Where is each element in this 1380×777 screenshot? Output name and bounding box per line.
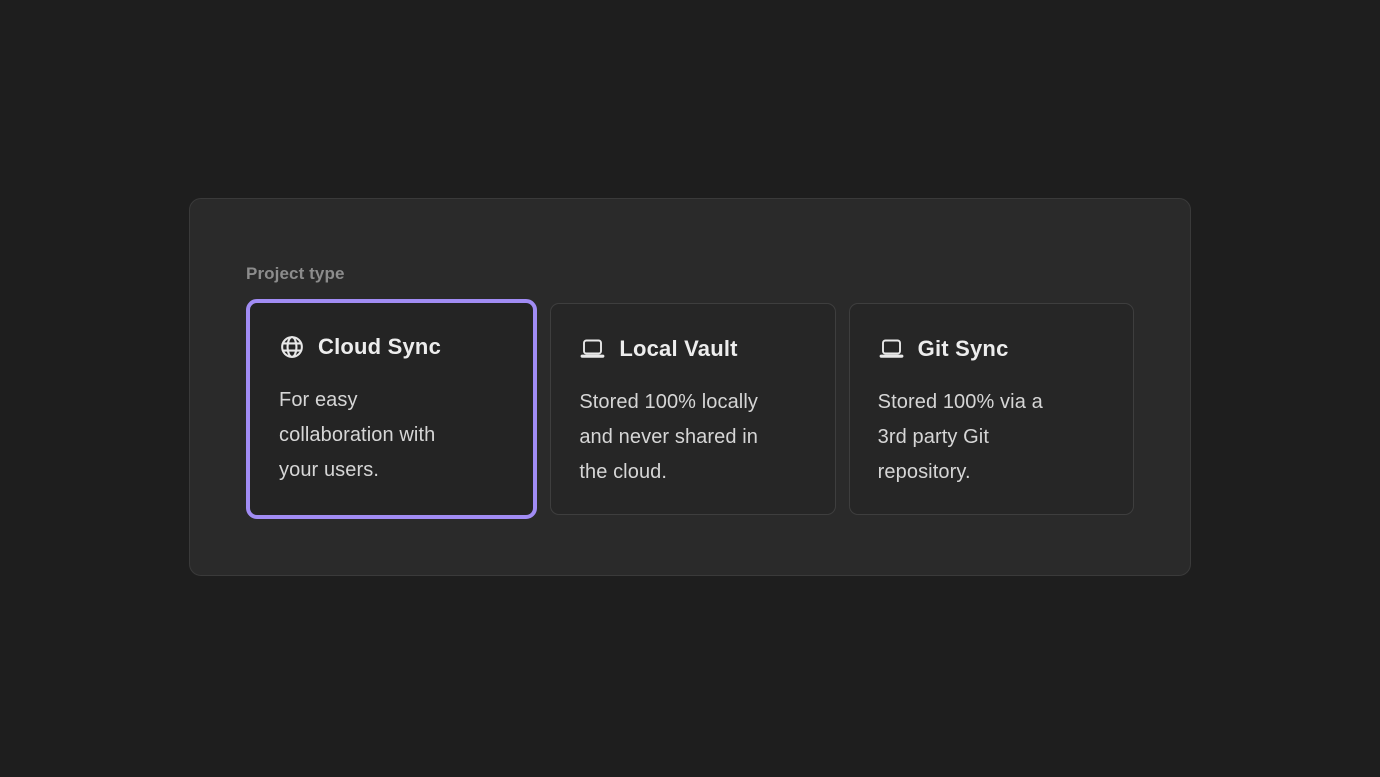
laptop-icon <box>878 337 905 361</box>
card-title: Git Sync <box>918 336 1009 362</box>
project-type-panel: Project type Cloud Sync For easy co <box>189 198 1191 576</box>
globe-icon <box>279 334 305 360</box>
card-title-row: Local Vault <box>579 336 806 362</box>
project-type-card-local-vault[interactable]: Local Vault Stored 100% locally and neve… <box>550 303 835 515</box>
card-description: Stored 100% locally and never shared in … <box>579 385 806 490</box>
project-type-card-git-sync[interactable]: Git Sync Stored 100% via a 3rd party Git… <box>849 303 1134 515</box>
card-title-row: Git Sync <box>878 336 1105 362</box>
project-type-card-cloud-sync[interactable]: Cloud Sync For easy collaboration with y… <box>246 299 537 519</box>
card-description: For easy collaboration with your users. <box>279 383 506 488</box>
app-background: Project type Cloud Sync For easy co <box>0 0 1380 777</box>
card-title: Cloud Sync <box>318 334 441 360</box>
card-description: Stored 100% via a 3rd party Git reposito… <box>878 385 1105 490</box>
laptop-icon <box>579 337 606 361</box>
project-type-options: Cloud Sync For easy collaboration with y… <box>246 299 1134 519</box>
card-title-row: Cloud Sync <box>279 334 506 360</box>
project-type-label: Project type <box>246 263 1134 285</box>
card-title: Local Vault <box>619 336 737 362</box>
